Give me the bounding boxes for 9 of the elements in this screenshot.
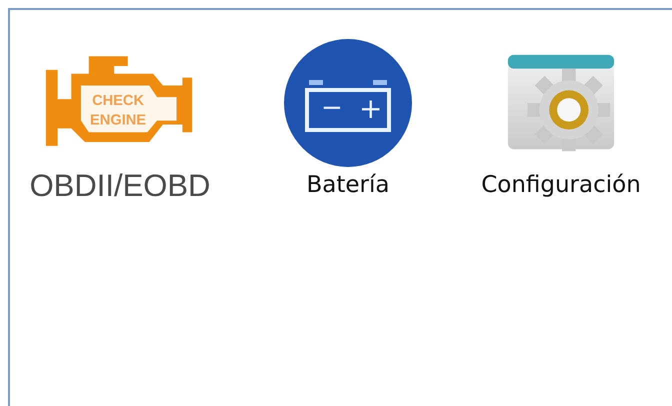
icon-text: + bbox=[359, 92, 382, 125]
app-label[interactable]: OBDII/EOBD bbox=[30, 168, 210, 204]
check-engine-icon[interactable] bbox=[46, 56, 192, 146]
battery-icon[interactable] bbox=[284, 39, 412, 167]
icon-text: CHECK bbox=[92, 92, 144, 109]
icon-text: − bbox=[321, 93, 343, 123]
app-label[interactable]: Configuración bbox=[481, 172, 641, 198]
icon-text: ENGINE bbox=[90, 112, 146, 128]
app-label[interactable]: Batería bbox=[306, 172, 390, 198]
